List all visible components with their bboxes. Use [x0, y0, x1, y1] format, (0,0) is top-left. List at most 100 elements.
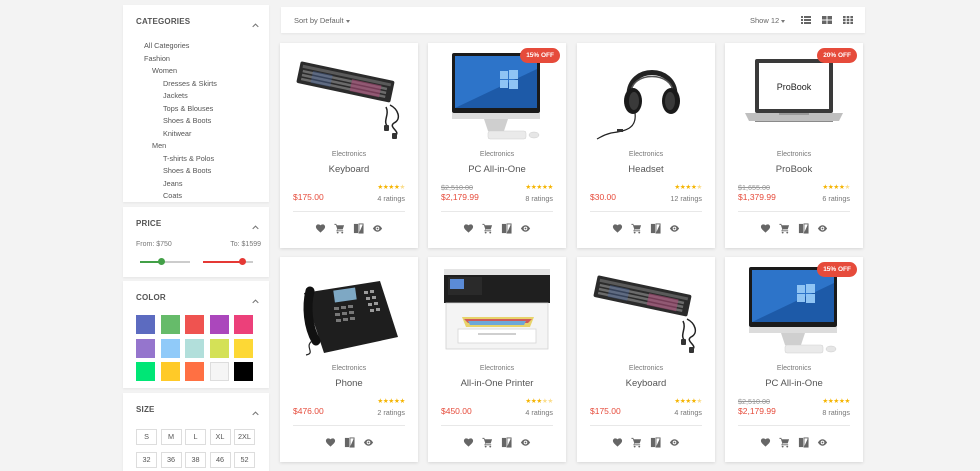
compare-icon[interactable] — [353, 223, 364, 234]
color-swatch[interactable] — [160, 338, 180, 358]
product-image[interactable] — [290, 263, 408, 357]
eye-icon[interactable] — [520, 223, 531, 234]
chevron-up-icon[interactable] — [252, 403, 259, 416]
eye-icon[interactable] — [817, 437, 828, 448]
category-item[interactable]: All Categories — [144, 41, 189, 50]
category-item[interactable]: Knitwear — [163, 129, 191, 138]
size-option[interactable]: 2XL — [234, 429, 255, 445]
size-option[interactable]: M — [160, 429, 182, 445]
compare-icon[interactable] — [344, 437, 355, 448]
size-option[interactable]: 46 — [209, 452, 231, 468]
show-count-dropdown[interactable]: Show 12 — [750, 16, 786, 25]
compare-icon[interactable] — [650, 437, 661, 448]
cart-icon[interactable] — [482, 437, 493, 448]
chevron-up-icon[interactable] — [252, 15, 259, 28]
color-swatch[interactable] — [185, 362, 204, 381]
product-image[interactable]: ProBook — [735, 49, 853, 143]
price-to-slider[interactable] — [203, 258, 253, 265]
category-item[interactable]: Shoes & Boots — [163, 116, 211, 125]
product-card[interactable]: 15% OFF Electronics PC All-in-One $2,510.00… — [725, 257, 863, 462]
compare-icon[interactable] — [501, 223, 512, 234]
color-swatch[interactable] — [136, 338, 155, 358]
color-swatch[interactable] — [185, 315, 204, 334]
heart-icon[interactable] — [325, 437, 336, 448]
chevron-up-icon[interactable] — [252, 217, 259, 230]
compare-icon[interactable] — [650, 223, 661, 234]
heart-icon[interactable] — [760, 437, 771, 448]
color-swatch[interactable] — [136, 315, 155, 334]
category-item[interactable]: Tops & Blouses — [163, 104, 213, 113]
product-card[interactable]: 15% OFF Electronics PC All-in-One $2,510.00… — [428, 43, 566, 248]
color-swatch[interactable] — [234, 315, 253, 334]
compare-icon[interactable] — [501, 437, 512, 448]
color-swatch[interactable] — [234, 362, 253, 381]
sort-dropdown[interactable]: Sort by Default — [294, 16, 350, 25]
category-item[interactable]: Jeans — [163, 179, 182, 188]
product-image[interactable] — [438, 263, 556, 357]
product-name[interactable]: ProBook — [725, 164, 863, 175]
product-card[interactable]: ProBook 20% OFF Electronics ProBook $1,655.0… — [725, 43, 863, 248]
product-name[interactable]: Headset — [577, 164, 715, 175]
cart-icon[interactable] — [779, 437, 790, 448]
color-swatch[interactable] — [234, 338, 253, 358]
product-image[interactable] — [735, 263, 853, 357]
product-name[interactable]: Phone — [280, 378, 418, 389]
product-name[interactable]: Keyboard — [280, 164, 418, 175]
product-card[interactable]: Electronics Keyboard $175.00 ★★★★★ 4 ratings — [280, 43, 418, 248]
category-item[interactable]: Coats — [163, 191, 182, 200]
heart-icon[interactable] — [612, 437, 623, 448]
price-from-handle[interactable] — [158, 258, 165, 265]
cart-icon[interactable] — [631, 223, 642, 234]
heart-icon[interactable] — [463, 437, 474, 448]
product-image[interactable] — [438, 49, 556, 143]
size-option[interactable]: 52 — [234, 452, 255, 468]
eye-icon[interactable] — [363, 437, 374, 448]
grid-view-icon[interactable] — [822, 16, 832, 24]
product-image[interactable] — [290, 49, 408, 143]
eye-icon[interactable] — [669, 223, 680, 234]
size-option[interactable]: S — [136, 429, 157, 445]
list-view-icon[interactable] — [801, 16, 811, 24]
product-name[interactable]: PC All-in-One — [428, 164, 566, 175]
heart-icon[interactable] — [463, 223, 474, 234]
color-swatch[interactable] — [209, 315, 229, 334]
category-item[interactable]: Women — [152, 66, 177, 75]
color-swatch[interactable] — [136, 362, 155, 381]
product-name[interactable]: All-in-One Printer — [428, 378, 566, 389]
category-item[interactable]: Dresses & Skirts — [163, 79, 217, 88]
compare-icon[interactable] — [798, 223, 809, 234]
product-card[interactable]: Electronics Phone $476.00 ★★★★★ 2 ratings — [280, 257, 418, 462]
eye-icon[interactable] — [520, 437, 531, 448]
category-item[interactable]: Shoes & Boots — [163, 166, 211, 175]
color-swatch[interactable] — [160, 315, 180, 334]
price-to-handle[interactable] — [239, 258, 246, 265]
category-item[interactable]: T-shirts & Polos — [163, 154, 214, 163]
cart-icon[interactable] — [779, 223, 790, 234]
cart-icon[interactable] — [631, 437, 642, 448]
color-swatch[interactable] — [209, 338, 229, 358]
cart-icon[interactable] — [334, 223, 345, 234]
compare-icon[interactable] — [798, 437, 809, 448]
price-from-slider[interactable] — [140, 258, 190, 265]
size-option[interactable]: L — [185, 429, 206, 445]
size-option[interactable]: XL — [209, 429, 231, 445]
category-item[interactable]: Jackets — [163, 91, 188, 100]
product-name[interactable]: Keyboard — [577, 378, 715, 389]
heart-icon[interactable] — [760, 223, 771, 234]
size-option[interactable]: 32 — [136, 452, 157, 468]
color-swatch[interactable] — [160, 362, 180, 381]
product-image[interactable] — [587, 263, 705, 357]
size-option[interactable]: 36 — [160, 452, 182, 468]
product-card[interactable]: Electronics Keyboard $175.00 ★★★★★ 4 ratings — [577, 257, 715, 462]
product-card[interactable]: Electronics All-in-One Printer $450.00 ★★★★… — [428, 257, 566, 462]
eye-icon[interactable] — [669, 437, 680, 448]
eye-icon[interactable] — [372, 223, 383, 234]
product-name[interactable]: PC All-in-One — [725, 378, 863, 389]
size-option[interactable]: 38 — [185, 452, 206, 468]
color-swatch[interactable] — [209, 362, 229, 381]
color-swatch[interactable] — [185, 338, 204, 358]
category-item[interactable]: Men — [152, 141, 166, 150]
category-item[interactable]: Fashion — [144, 54, 170, 63]
cart-icon[interactable] — [482, 223, 493, 234]
chevron-up-icon[interactable] — [252, 291, 259, 304]
